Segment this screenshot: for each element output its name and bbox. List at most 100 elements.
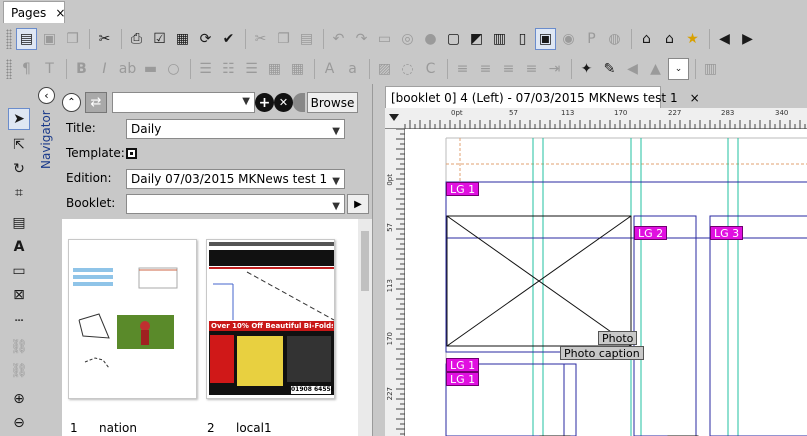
publish-icon[interactable]: P [581,28,602,50]
chat-icon[interactable]: ▢ [443,28,464,50]
text-frame-icon[interactable]: ▤ [8,212,30,234]
direct-select-icon[interactable]: ⇱ [8,134,30,156]
rotate-icon[interactable]: ↻ [8,158,30,180]
italic-icon[interactable]: I [94,58,115,80]
save-all-icon[interactable]: ❐ [62,28,83,50]
page-icon[interactable]: ▯ [512,28,533,50]
numbered-list-icon[interactable]: ☷ [218,58,239,80]
line-tool-icon[interactable]: ┄ [8,310,30,332]
photo-label[interactable]: Photo [598,331,638,345]
add-icon[interactable]: + [255,93,274,112]
overflow-chevron-icon[interactable]: ⌄ [668,58,689,80]
indent-icon[interactable]: ⇥ [544,58,565,80]
table-icon[interactable]: ▦ [264,58,285,80]
checklist-icon[interactable]: ☑ [149,28,170,50]
link-icon[interactable]: ⛓ [8,336,30,358]
justify-icon[interactable]: ≡ [521,58,542,80]
document-tab-close-icon[interactable]: × [690,91,700,105]
title-select[interactable]: Daily ▼ [126,119,345,139]
page-thumbnail-2[interactable]: Over 10% Off Beautiful Bi-Folds 01908 64… [206,239,335,399]
circle-icon[interactable]: ○ [163,58,184,80]
booklet-select[interactable]: ▼ [126,194,345,214]
spellcheck-icon[interactable]: ✔ [218,28,239,50]
thumbnails-scrollbar[interactable] [358,219,372,436]
navigator-collapse-icon[interactable]: ‹ [38,87,55,104]
rectangle-icon[interactable]: ▭ [8,260,30,282]
image-icon[interactable]: ▨ [374,58,395,80]
frame-icon[interactable]: ▭ [374,28,395,50]
undo-icon[interactable]: ↶ [328,28,349,50]
print-icon[interactable]: ⎙ [126,28,147,50]
forward-arrow-icon[interactable]: ▶ [737,28,758,50]
unlink-icon[interactable]: ⛓ [8,360,30,382]
bullets-icon[interactable]: ☰ [241,58,262,80]
columns-icon[interactable]: ▥ [700,58,721,80]
toolbar-grip[interactable] [6,29,12,49]
pages-tab-close-icon[interactable]: × [55,6,65,20]
more-icon[interactable] [293,93,305,112]
pages-tab[interactable]: Pages × [3,1,65,23]
layout-group-label[interactable]: LG 1 [446,358,480,372]
highlight-icon[interactable]: ▬ [140,58,161,80]
template-icon[interactable] [126,148,137,159]
copy-icon[interactable]: ❐ [273,28,294,50]
page-layout[interactable]: LG 1 LG 2 LG 3 LG 1 LG 1 Photo Photo cap… [406,130,807,436]
zoom-in-icon[interactable]: ⊕ [8,388,30,410]
layout-group-label[interactable]: LG 1 [446,372,480,386]
paragraph-icon[interactable]: ¶ [16,58,37,80]
list-icon[interactable]: ☰ [195,58,216,80]
booklet-go-button[interactable]: ▶ [347,194,369,214]
web-icon[interactable]: ◉ [558,28,579,50]
copyright-icon[interactable]: C [420,58,441,80]
publication-select[interactable]: ▼ [112,92,255,113]
align-right-icon[interactable]: ≡ [498,58,519,80]
paste-icon[interactable]: ▤ [296,28,317,50]
triangle-up-icon[interactable]: ▲ [645,58,666,80]
save-icon[interactable]: ▣ [39,28,60,50]
align-center-icon[interactable]: ≡ [475,58,496,80]
zoom-out-icon[interactable]: ⊖ [8,412,30,434]
layout-icon[interactable]: ▥ [489,28,510,50]
binoculars-icon[interactable]: ◎ [397,28,418,50]
canvas-area[interactable]: 0pt 57 113 170 227 283 340 0pt 57 113 17… [385,108,807,436]
font-size-down-icon[interactable]: a [342,58,363,80]
eyedropper-icon[interactable]: ✎ [599,58,620,80]
edit-window-icon[interactable]: ◩ [466,28,487,50]
photo-caption-label[interactable]: Photo caption [560,346,644,360]
text-tool-icon[interactable]: A [8,236,30,258]
font-size-up-icon[interactable]: A [319,58,340,80]
remove-icon[interactable]: ✕ [274,93,293,112]
refresh-icon[interactable]: ⟳ [195,28,216,50]
cut-icon[interactable]: ✂ [94,28,115,50]
browse-button[interactable]: Browse [307,92,358,113]
document-tab[interactable]: [booklet 0] 4 (Left) - 07/03/2015 MKNews… [385,86,700,108]
align-left-icon[interactable]: ≡ [452,58,473,80]
navigator-label[interactable]: Navigator [39,110,53,178]
unlock-icon[interactable]: ⌂ [659,28,680,50]
scrollbar-thumb[interactable] [361,231,369,291]
pages-panel-icon[interactable]: ▤ [16,28,37,50]
redo-icon[interactable]: ↷ [351,28,372,50]
strikethrough-icon[interactable]: ab [117,58,138,80]
grid-icon[interactable]: ▦ [287,58,308,80]
text-style-icon[interactable]: T [39,58,60,80]
triangle-left-icon[interactable]: ◀ [622,58,643,80]
preview-icon[interactable]: ▣ [535,28,556,50]
layout-group-label[interactable]: LG 1 [446,182,480,196]
page-thumbnail-1[interactable] [68,239,197,399]
status-icon[interactable]: ◍ [604,28,625,50]
panel-collapse-icon[interactable]: ⌃ [62,93,81,112]
select-arrow-icon[interactable]: ➤ [8,108,30,130]
bold-icon[interactable]: B [71,58,92,80]
document-icon[interactable]: ▦ [172,28,193,50]
refresh-button[interactable]: ⇄ [85,92,107,113]
layout-group-label[interactable]: LG 2 [634,226,668,240]
edition-select[interactable]: Daily 07/03/2015 MKNews test 1 ▼ [126,169,345,189]
toolbar-grip[interactable] [6,59,12,79]
star-icon[interactable]: ★ [682,28,703,50]
back-arrow-icon[interactable]: ◀ [714,28,735,50]
scissors-icon[interactable]: ✂ [250,28,271,50]
bulb-icon[interactable]: ◌ [397,58,418,80]
globe-icon[interactable]: ● [420,28,441,50]
crop-icon[interactable]: ⌗ [8,182,30,204]
